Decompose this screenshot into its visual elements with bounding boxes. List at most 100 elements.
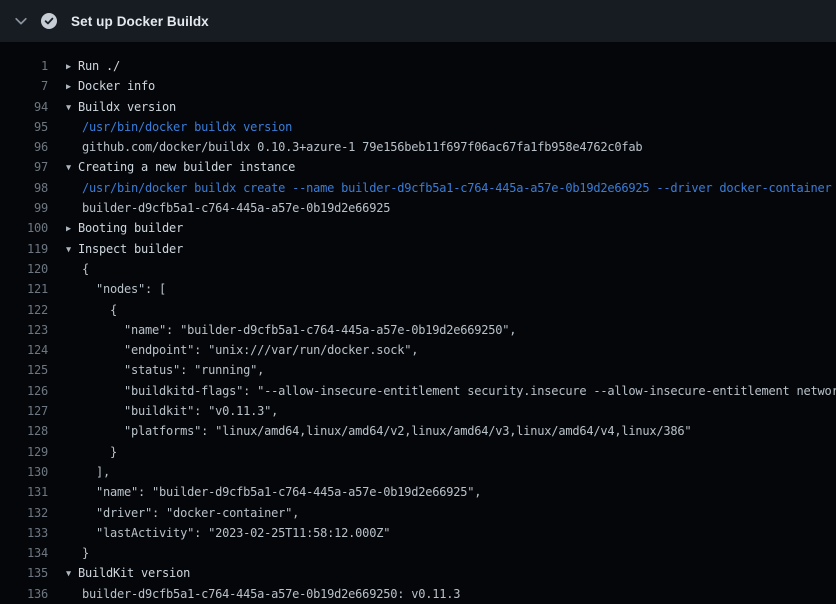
line-number[interactable]: 96 [0,137,48,157]
log-line: 135 ▼BuildKit version [0,563,836,583]
log-group-toggle[interactable]: ▼Inspect builder [66,239,836,259]
line-number[interactable]: 127 [0,401,48,421]
line-number[interactable]: 121 [0,279,48,299]
line-number[interactable]: 124 [0,340,48,360]
line-number[interactable]: 125 [0,360,48,380]
log-text: builder-d9cfb5a1-c764-445a-a57e-0b19d2e6… [82,201,390,215]
line-number[interactable]: 131 [0,482,48,502]
log-text: "buildkitd-flags": "--allow-insecure-ent… [82,384,836,398]
log-text: BuildKit version [78,566,190,580]
triangle-right-icon[interactable]: ▶ [66,57,78,76]
triangle-down-icon[interactable]: ▼ [66,240,78,259]
log-line: 123 "name": "builder-d9cfb5a1-c764-445a-… [0,320,836,340]
log-text: Booting builder [78,221,183,235]
log-text: builder-d9cfb5a1-c764-445a-a57e-0b19d2e6… [82,587,460,601]
log-text: { [82,262,89,276]
line-number[interactable]: 133 [0,523,48,543]
log-text: } [82,445,117,459]
log-line: 134} [0,543,836,563]
line-number[interactable]: 132 [0,503,48,523]
line-number[interactable]: 135 [0,563,48,583]
log-line: 133 "lastActivity": "2023-02-25T11:58:12… [0,523,836,543]
log-text: Inspect builder [78,242,183,256]
log-text: Docker info [78,79,155,93]
chevron-down-icon[interactable] [13,13,29,29]
log-line: 125 "status": "running", [0,360,836,380]
log-line: 131 "name": "builder-d9cfb5a1-c764-445a-… [0,482,836,502]
line-number[interactable]: 7 [0,76,48,96]
line-number[interactable]: 122 [0,300,48,320]
log-line: 119 ▼Inspect builder [0,239,836,259]
log-line: 121 "nodes": [ [0,279,836,299]
log-text-line: github.com/docker/buildx 0.10.3+azure-1 … [66,137,836,157]
log-text: Creating a new builder instance [78,160,295,174]
log-text-line: "name": "builder-d9cfb5a1-c764-445a-a57e… [66,482,836,502]
log-text-line: { [66,300,836,320]
line-number[interactable]: 130 [0,462,48,482]
triangle-down-icon[interactable]: ▼ [66,158,78,177]
log-area: 1▶Run ./7▶Docker info94▼Buildx version95… [0,42,836,604]
log-text: /usr/bin/docker buildx version [82,120,292,134]
log-text-line: } [66,543,836,563]
log-text-line: "endpoint": "unix:///var/run/docker.sock… [66,340,836,360]
log-text-line: builder-d9cfb5a1-c764-445a-a57e-0b19d2e6… [66,584,836,604]
log-line: 98/usr/bin/docker buildx create --name b… [0,178,836,198]
line-number[interactable]: 94 [0,97,48,117]
log-group-toggle[interactable]: ▼Buildx version [66,97,836,117]
log-group-toggle[interactable]: ▶Booting builder [66,218,836,238]
line-number[interactable]: 1 [0,56,48,76]
log-line: 95/usr/bin/docker buildx version [0,117,836,137]
log-line: 129 } [0,442,836,462]
log-group-toggle[interactable]: ▼BuildKit version [66,563,836,583]
step-header[interactable]: Set up Docker Buildx [0,0,836,42]
triangle-down-icon[interactable]: ▼ [66,564,78,583]
log-text: "lastActivity": "2023-02-25T11:58:12.000… [82,526,390,540]
log-text: } [82,546,89,560]
triangle-right-icon[interactable]: ▶ [66,219,78,238]
check-circle-icon [41,13,57,29]
line-number[interactable]: 129 [0,442,48,462]
log-text: { [82,303,117,317]
log-text: "driver": "docker-container", [82,506,299,520]
step-title: Set up Docker Buildx [71,14,209,29]
log-text-line: "name": "builder-d9cfb5a1-c764-445a-a57e… [66,320,836,340]
log-line: 126 "buildkitd-flags": "--allow-insecure… [0,381,836,401]
log-line: 120 { [0,259,836,279]
line-number[interactable]: 134 [0,543,48,563]
log-text: "status": "running", [82,363,264,377]
log-text: "nodes": [ [82,282,166,296]
triangle-right-icon[interactable]: ▶ [66,77,78,96]
line-number[interactable]: 97 [0,157,48,177]
log-line: 1 ▶Run ./ [0,56,836,76]
log-line: 136 builder-d9cfb5a1-c764-445a-a57e-0b19d… [0,584,836,604]
log-text: "name": "builder-d9cfb5a1-c764-445a-a57e… [82,323,516,337]
log-text-line: /usr/bin/docker buildx create --name bui… [66,178,836,198]
log-text-line: "platforms": "linux/amd64,linux/amd64/v2… [66,421,836,441]
log-text-line: } [66,442,836,462]
log-line: 94 ▼Buildx version [0,97,836,117]
log-line: 100 ▶Booting builder [0,218,836,238]
line-number[interactable]: 100 [0,218,48,238]
log-line: 97 ▼Creating a new builder instance [0,157,836,177]
line-number[interactable]: 128 [0,421,48,441]
log-text-line: "buildkit": "v0.11.3", [66,401,836,421]
log-text: github.com/docker/buildx 0.10.3+azure-1 … [82,140,642,154]
log-line: 96 github.com/docker/buildx 0.10.3+azure-… [0,137,836,157]
line-number[interactable]: 99 [0,198,48,218]
log-group-toggle[interactable]: ▶Run ./ [66,56,836,76]
log-text-line: { [66,259,836,279]
log-text-line: builder-d9cfb5a1-c764-445a-a57e-0b19d2e6… [66,198,836,218]
line-number[interactable]: 119 [0,239,48,259]
log-group-toggle[interactable]: ▼Creating a new builder instance [66,157,836,177]
log-line: 7 ▶Docker info [0,76,836,96]
log-group-toggle[interactable]: ▶Docker info [66,76,836,96]
line-number[interactable]: 136 [0,584,48,604]
triangle-down-icon[interactable]: ▼ [66,98,78,117]
line-number[interactable]: 120 [0,259,48,279]
line-number[interactable]: 98 [0,178,48,198]
log-text-line: "driver": "docker-container", [66,503,836,523]
line-number[interactable]: 126 [0,381,48,401]
log-line: 128 "platforms": "linux/amd64,linux/amd6… [0,421,836,441]
line-number[interactable]: 123 [0,320,48,340]
line-number[interactable]: 95 [0,117,48,137]
